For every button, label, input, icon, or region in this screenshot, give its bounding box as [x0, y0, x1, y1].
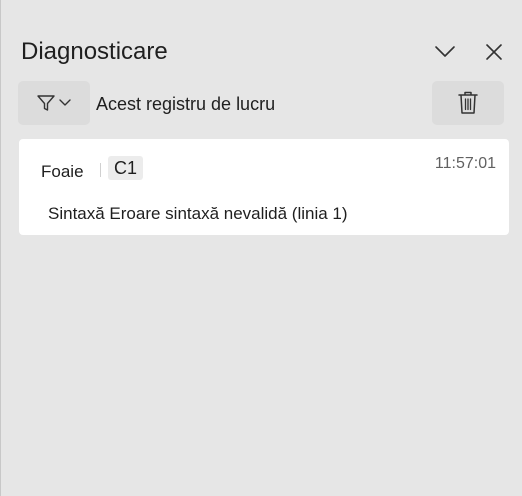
- filter-icon: [36, 93, 56, 113]
- pane-title: Diagnosticare: [21, 38, 168, 65]
- close-pane-button[interactable]: [480, 38, 508, 66]
- sheet-label: Foaie: [41, 162, 84, 181]
- chevron-down-icon: [433, 40, 457, 64]
- collapse-pane-button[interactable]: [431, 38, 459, 66]
- cell-reference-link[interactable]: C1: [108, 156, 144, 180]
- diagnostics-pane: Diagnosticare Acest registru de lucru Fo…: [1, 0, 522, 496]
- diagnostics-toolbar: Acest registru de lucru: [18, 81, 504, 125]
- clear-diagnostics-button[interactable]: [432, 81, 504, 125]
- chevron-down-icon: [58, 96, 72, 110]
- scope-label: Acest registru de lucru: [96, 94, 276, 114]
- diagnostic-entry[interactable]: Foaie C1 11:57:01 Sintaxă Eroare sintaxă…: [19, 139, 509, 235]
- error-message: Sintaxă Eroare sintaxă nevalidă (linia 1…: [48, 204, 348, 223]
- filter-button[interactable]: [18, 81, 90, 125]
- separator: [100, 163, 101, 177]
- entry-timestamp: 11:57:01: [434, 155, 496, 172]
- trash-icon: [457, 90, 479, 116]
- close-icon: [483, 41, 505, 63]
